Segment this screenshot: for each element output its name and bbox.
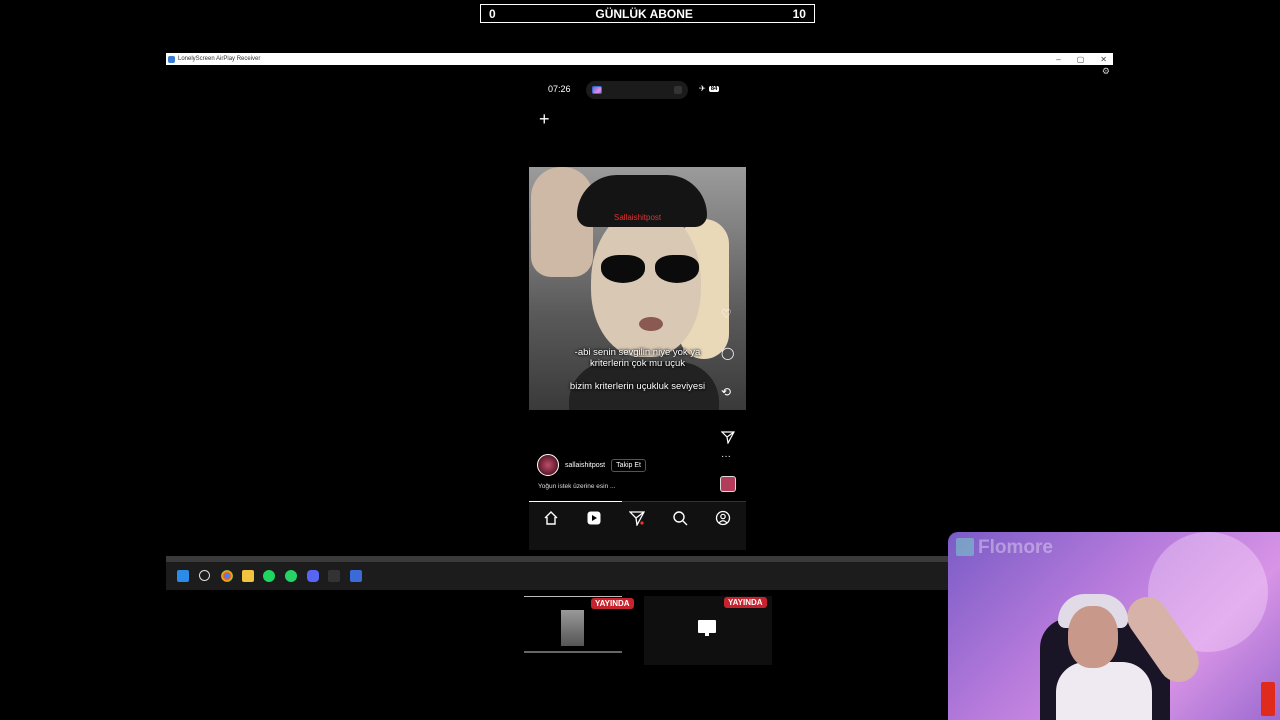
energy-drink-can: [1261, 682, 1275, 716]
post-caption[interactable]: Yoğun istek üzerine esin ...: [538, 483, 615, 490]
video-sunglasses: [601, 255, 701, 285]
home-icon[interactable]: [543, 510, 559, 526]
live-badge: YAYINDA: [591, 598, 634, 609]
direct-messages-icon[interactable]: [629, 510, 645, 526]
start-menu-icon[interactable]: [177, 570, 189, 582]
video-mouth: [639, 317, 663, 331]
send-icon[interactable]: [721, 430, 735, 444]
streamer-torso: [1056, 662, 1152, 720]
author-avatar[interactable]: [537, 454, 559, 476]
counter-current: 0: [489, 6, 496, 21]
app-bf-icon[interactable]: [328, 570, 340, 582]
close-button[interactable]: ✕: [1100, 55, 1107, 64]
search-taskbar-icon[interactable]: [199, 570, 210, 581]
live-badge: YAYINDA: [724, 597, 767, 608]
repost-icon[interactable]: ⟲: [721, 385, 731, 399]
reel-video[interactable]: Sallaishitpost -abi senin sevgilin niye …: [529, 167, 746, 410]
whatsapp-icon[interactable]: [285, 570, 297, 582]
search-icon[interactable]: [672, 510, 688, 526]
chrome-icon[interactable]: [221, 570, 233, 582]
filmora-logo-icon: [956, 538, 974, 556]
dynamic-island: [586, 81, 688, 99]
webcam-overlay: Flomore: [948, 532, 1280, 720]
profile-icon[interactable]: [715, 510, 731, 526]
reels-icon[interactable]: [586, 510, 602, 526]
daily-subscriber-counter: 0 GÜNLÜK ABONE 10: [480, 4, 815, 23]
monitor-icon: [698, 620, 716, 636]
discord-icon[interactable]: [307, 570, 319, 582]
streamer-face: [1068, 606, 1118, 668]
thumbnail-preview: [561, 610, 584, 646]
lonelyscreen-taskbar-icon[interactable]: [350, 570, 362, 582]
minimize-button[interactable]: –: [1056, 55, 1060, 64]
battery-level: 84: [708, 85, 720, 92]
window-title: LonelyScreen AirPlay Receiver: [178, 56, 261, 62]
scene-thumbnail-phone[interactable]: YAYINDA: [524, 596, 634, 659]
spotify-icon[interactable]: [263, 570, 275, 582]
create-plus-icon[interactable]: +: [539, 109, 550, 130]
file-explorer-icon[interactable]: [242, 570, 254, 582]
app-logo-icon: [168, 55, 175, 63]
watermark: Flomore: [956, 537, 1053, 559]
more-options-icon[interactable]: ···: [721, 451, 731, 462]
windows-taskbar: [166, 556, 948, 590]
camera-dot-icon: [674, 86, 682, 94]
window-controls: – ▢ ✕: [1056, 53, 1107, 65]
scene-thumbnail-desktop[interactable]: YAYINDA: [644, 596, 772, 665]
airplay-receiver-window: LonelyScreen AirPlay Receiver – ▢ ✕ ⚙ 07…: [166, 53, 1113, 565]
author-username[interactable]: sallaishitpost: [565, 462, 605, 469]
bottom-navigation: [529, 502, 746, 550]
hat-text: Sallaishitpost: [614, 213, 662, 222]
maximize-button[interactable]: ▢: [1077, 55, 1085, 64]
audio-track-thumbnail[interactable]: [720, 476, 736, 492]
comment-icon[interactable]: ◯: [721, 346, 734, 360]
post-author: sallaishitpost Takip Et: [537, 454, 646, 476]
subtitle-line-3: bizim kriterlerin uçukluk seviyesi: [569, 381, 706, 392]
watermark-text: Flomore: [978, 537, 1053, 558]
mirrored-phone-screen: 07:26 ✈ 84 + Sallaishitpost -abi senin s…: [529, 75, 746, 550]
subtitle-line-2: kriterlerin çok mu uçuk: [589, 358, 686, 369]
window-titlebar[interactable]: LonelyScreen AirPlay Receiver – ▢ ✕: [166, 53, 1113, 65]
airplane-icon: ✈: [699, 84, 706, 93]
like-heart-icon[interactable]: ♡: [721, 307, 732, 321]
screen-record-icon: [592, 86, 602, 94]
video-subtitle: -abi senin sevgilin niye yok ya kriterle…: [529, 347, 746, 369]
phone-status-bar: 07:26 ✈ 84: [529, 81, 746, 99]
gear-icon[interactable]: ⚙: [1102, 66, 1110, 77]
counter-goal: 10: [792, 6, 806, 21]
thumbnail-bar: [524, 651, 622, 653]
counter-title: GÜNLÜK ABONE: [595, 6, 693, 21]
status-right: ✈ 84: [699, 84, 720, 93]
status-time: 07:26: [548, 84, 571, 94]
follow-button[interactable]: Takip Et: [611, 458, 646, 472]
subtitle-line-1: -abi senin sevgilin niye yok ya: [574, 347, 701, 358]
